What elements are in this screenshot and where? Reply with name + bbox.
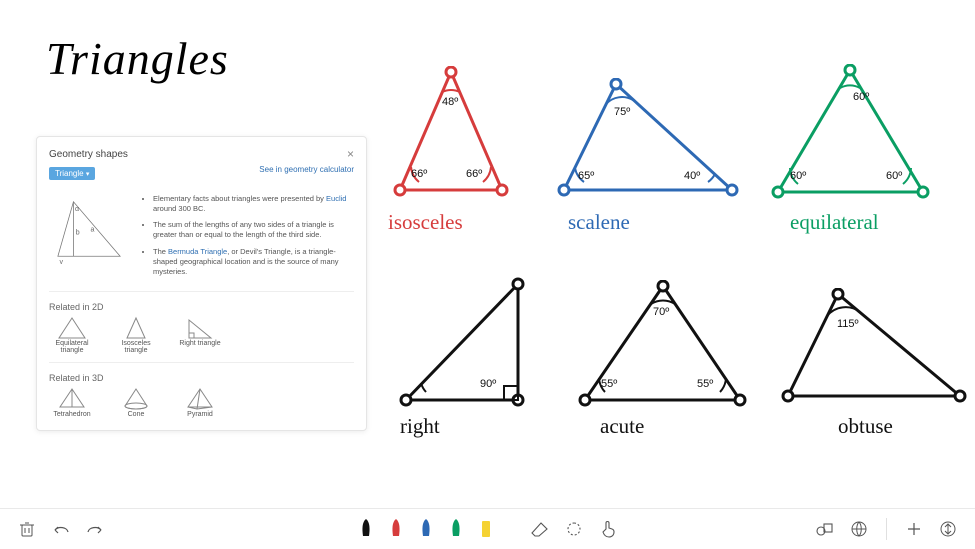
angle-label: 66º [411,168,427,180]
info-card: Geometry shapes × Triangle ▾ See in geom… [36,136,367,431]
fact: Elementary facts about triangles were pr… [153,194,354,214]
angle-label: 75º [614,106,630,118]
triangle-label-scalene: scalene [568,210,630,235]
svg-text:b: b [76,229,80,236]
related-isosceles[interactable]: Isosceles triangle [113,316,159,354]
related-cone[interactable]: Cone [113,387,159,418]
fact: The sum of the lengths of any two sides … [153,220,354,240]
related-equilateral[interactable]: Equilateral triangle [49,316,95,354]
angle-label: 40º [684,170,700,182]
touch-icon[interactable] [597,518,619,540]
angle-label: 60º [853,91,869,103]
triangle-acute: 70º 55º 55º [575,280,750,416]
pen-green[interactable] [447,518,465,540]
triangle-obtuse: 115º [780,288,970,416]
angle-label: 90º [480,378,496,390]
eraser-icon[interactable] [529,518,551,540]
angle-label: 60º [886,170,902,182]
dropdown-label: Triangle [55,169,84,178]
close-icon[interactable]: × [347,147,354,161]
angle-label: 48º [442,96,458,108]
pen-red[interactable] [387,518,405,540]
angle-label: 70º [653,306,669,318]
geometry-calculator-link[interactable]: See in geometry calculator [259,165,354,174]
card-triangle-diagram: a b α γ [49,194,129,264]
svg-text:α: α [75,206,79,213]
triangle-label-isosceles: isosceles [388,210,463,235]
add-icon[interactable] [903,518,925,540]
related-right[interactable]: Right triangle [177,316,223,354]
related-2d-title: Related in 2D [49,302,354,312]
angle-label: 55º [601,378,617,390]
angle-label: 66º [466,168,482,180]
svg-text:a: a [91,226,95,233]
toolbar [0,508,975,549]
shape-dropdown[interactable]: Triangle ▾ [49,167,95,180]
triangle-label-obtuse: obtuse [838,414,893,439]
svg-text:γ: γ [59,259,63,264]
chevron-down-icon: ▾ [86,170,90,178]
facts-list: Elementary facts about triangles were pr… [139,194,354,283]
triangle-right: 90º [392,276,532,416]
web-icon[interactable] [848,518,870,540]
related-pyramid[interactable]: Pyramid [177,387,223,418]
triangle-label-acute: acute [600,414,644,439]
page-nav-icon[interactable] [937,518,959,540]
card-title: Geometry shapes [49,149,128,160]
angle-label: 60º [790,170,806,182]
angle-label: 65º [578,170,594,182]
redo-icon[interactable] [84,518,106,540]
undo-icon[interactable] [50,518,72,540]
trash-icon[interactable] [16,518,38,540]
pen-blue[interactable] [417,518,435,540]
lasso-icon[interactable] [563,518,585,540]
triangle-equilateral: 60º 60º 60º [768,64,933,206]
angle-label: 55º [697,378,713,390]
related-tetrahedron[interactable]: Tetrahedron [49,387,95,418]
pen-yellow-highlighter[interactable] [477,518,495,540]
pen-black[interactable] [357,518,375,540]
angle-label: 115º [837,318,859,330]
shapes-icon[interactable] [814,518,836,540]
related-3d-title: Related in 3D [49,373,354,383]
triangle-label-equilateral: equilateral [790,210,879,235]
page-title: Triangles [46,32,229,85]
triangle-scalene: 75º 65º 40º [556,78,741,206]
triangle-label-right: right [400,414,440,439]
triangle-isosceles: 48º 66º 66º [386,66,516,206]
fact: The Bermuda Triangle, or Devil's Triangl… [153,247,354,277]
